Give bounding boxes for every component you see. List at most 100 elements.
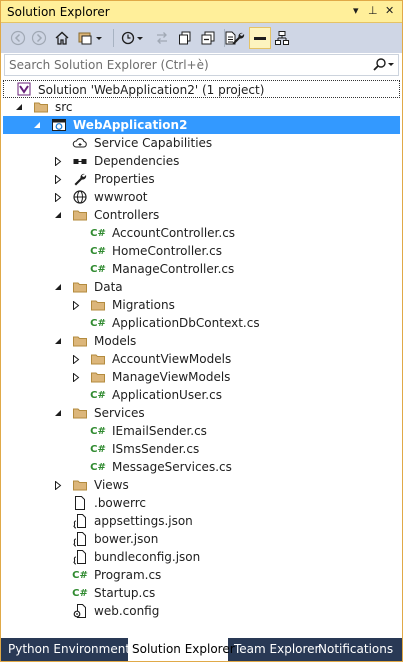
tree-item[interactable]: Properties xyxy=(3,170,400,188)
collapsed-arrow-icon[interactable] xyxy=(53,152,63,170)
pending-changes-filter-button[interactable] xyxy=(119,27,149,49)
back-button[interactable] xyxy=(7,27,29,49)
preview-selected-items-icon xyxy=(254,37,266,40)
tree-item[interactable]: Controllers xyxy=(3,206,400,224)
tree-item[interactable]: ManageViewModels xyxy=(3,368,400,386)
expanded-arrow-icon[interactable] xyxy=(32,116,42,134)
tab-notifications[interactable]: Notifications xyxy=(314,638,400,661)
folder-icon xyxy=(33,98,49,116)
web-project-icon xyxy=(51,116,67,134)
tree-item-label: wwwroot xyxy=(94,190,148,204)
tree-item[interactable]: Models xyxy=(3,332,400,350)
tree-item[interactable]: C# ManageController.cs xyxy=(3,260,400,278)
tree-item[interactable]: wwwroot xyxy=(3,188,400,206)
tree-item[interactable]: Views xyxy=(3,476,400,494)
tab-python-environments[interactable]: Python Environments xyxy=(4,638,136,661)
expanded-arrow-icon[interactable] xyxy=(53,206,63,224)
config-file-icon xyxy=(72,602,88,620)
tree-item[interactable]: bower.json xyxy=(3,530,400,548)
collapsed-arrow-icon[interactable] xyxy=(71,368,81,386)
expanded-arrow-icon[interactable] xyxy=(53,332,63,350)
folder-icon xyxy=(72,332,88,350)
home-button[interactable] xyxy=(51,27,73,49)
tree-item-label: AccountViewModels xyxy=(112,352,232,366)
collapsed-arrow-icon[interactable] xyxy=(53,188,63,206)
collapse-all-button[interactable] xyxy=(197,27,219,49)
tree-item[interactable]: C# IEmailSender.cs xyxy=(3,422,400,440)
tree-item[interactable]: Migrations xyxy=(3,296,400,314)
tree-item[interactable]: .bowerrc xyxy=(3,494,400,512)
tree-item-label: src xyxy=(55,100,73,114)
class-diagram-button[interactable] xyxy=(271,27,293,49)
tree-item-label: Startup.cs xyxy=(94,586,156,600)
tree-item[interactable]: Solution 'WebApplication2' (1 project) xyxy=(3,80,400,98)
sync-with-active-document-button[interactable] xyxy=(151,27,173,49)
tool-window-tabs: Python Environments Solution Explorer Te… xyxy=(1,638,402,661)
tab-team-explorer[interactable]: Team Explorer xyxy=(230,638,320,661)
tree-item[interactable]: C# ApplicationDbContext.cs xyxy=(3,314,400,332)
expanded-arrow-icon[interactable] xyxy=(53,278,63,296)
cloud-icon xyxy=(72,134,88,152)
tree-item[interactable]: bundleconfig.json xyxy=(3,548,400,566)
tree-item[interactable]: src xyxy=(3,98,400,116)
tree-item-label: IEmailSender.cs xyxy=(112,424,207,438)
tree-item[interactable]: C# ApplicationUser.cs xyxy=(3,386,400,404)
refresh-button[interactable] xyxy=(174,27,196,49)
json-file-icon xyxy=(72,512,88,530)
csharp-file-icon: C# xyxy=(90,227,106,239)
pin-icon[interactable]: ⊥ xyxy=(368,4,378,17)
tree-item[interactable]: C# ISmsSender.cs xyxy=(3,440,400,458)
expanded-arrow-icon[interactable] xyxy=(14,98,24,116)
tree-item[interactable]: C# HomeController.cs xyxy=(3,242,400,260)
tree-item[interactable]: C# Program.cs xyxy=(3,566,400,584)
tree-item[interactable]: AccountViewModels xyxy=(3,350,400,368)
tree-item-label: Models xyxy=(94,334,137,348)
tree-item-label: AccountController.cs xyxy=(112,226,236,240)
collapsed-arrow-icon[interactable] xyxy=(71,350,81,368)
tree-item[interactable]: WebApplication2 xyxy=(3,116,400,134)
folder-icon xyxy=(72,404,88,422)
tree-item-label: ManageViewModels xyxy=(112,370,231,384)
properties-button[interactable] xyxy=(227,27,249,49)
tree-item[interactable]: Service Capabilities xyxy=(3,134,400,152)
tree-item-label: Dependencies xyxy=(94,154,180,168)
collapsed-arrow-icon[interactable] xyxy=(53,476,63,494)
file-icon xyxy=(72,494,88,512)
forward-button[interactable] xyxy=(28,27,50,49)
tab-solution-explorer[interactable]: Solution Explorer xyxy=(128,638,235,661)
preview-selected-items-button[interactable] xyxy=(249,27,271,49)
tree-item-label: Migrations xyxy=(112,298,175,312)
window-position-dropdown-icon[interactable]: ▾ xyxy=(353,4,359,17)
tree-item[interactable]: C# Startup.cs xyxy=(3,584,400,602)
solution-icon xyxy=(16,80,32,98)
tree-item-label: ApplicationDbContext.cs xyxy=(112,316,260,330)
properties-icon xyxy=(232,32,245,45)
tree-item[interactable]: Data xyxy=(3,278,400,296)
expanded-arrow-icon[interactable] xyxy=(53,404,63,422)
wrench-icon xyxy=(72,170,88,188)
tree-item-label: Program.cs xyxy=(94,568,162,582)
tree-item-label: ISmsSender.cs xyxy=(112,442,200,456)
csharp-file-icon: C# xyxy=(90,461,106,473)
switch-views-button[interactable] xyxy=(75,27,107,49)
tree-item-label: HomeController.cs xyxy=(112,244,223,258)
toolbar xyxy=(1,23,402,53)
tree-item-label: Views xyxy=(94,478,129,492)
tree-item-label: Properties xyxy=(94,172,155,186)
collapsed-arrow-icon[interactable] xyxy=(53,170,63,188)
tree-item[interactable]: appsettings.json xyxy=(3,512,400,530)
csharp-file-icon: C# xyxy=(90,389,106,401)
tree-item[interactable]: Services xyxy=(3,404,400,422)
tree-item-label: Data xyxy=(94,280,123,294)
tree-item[interactable]: web.config xyxy=(3,602,400,620)
tree-item[interactable]: C# AccountController.cs xyxy=(3,224,400,242)
tree-item[interactable]: Dependencies xyxy=(3,152,400,170)
tree-item[interactable]: C# MessageServices.cs xyxy=(3,458,400,476)
collapsed-arrow-icon[interactable] xyxy=(71,296,81,314)
solution-explorer-window: Solution Explorer ▾ ⊥ ✕ Search Solution … xyxy=(0,0,403,662)
search-icon[interactable] xyxy=(372,57,396,76)
close-icon[interactable]: ✕ xyxy=(385,4,394,17)
search-input[interactable] xyxy=(5,55,365,75)
csharp-file-icon: C# xyxy=(90,443,106,455)
globe-icon xyxy=(72,188,88,206)
